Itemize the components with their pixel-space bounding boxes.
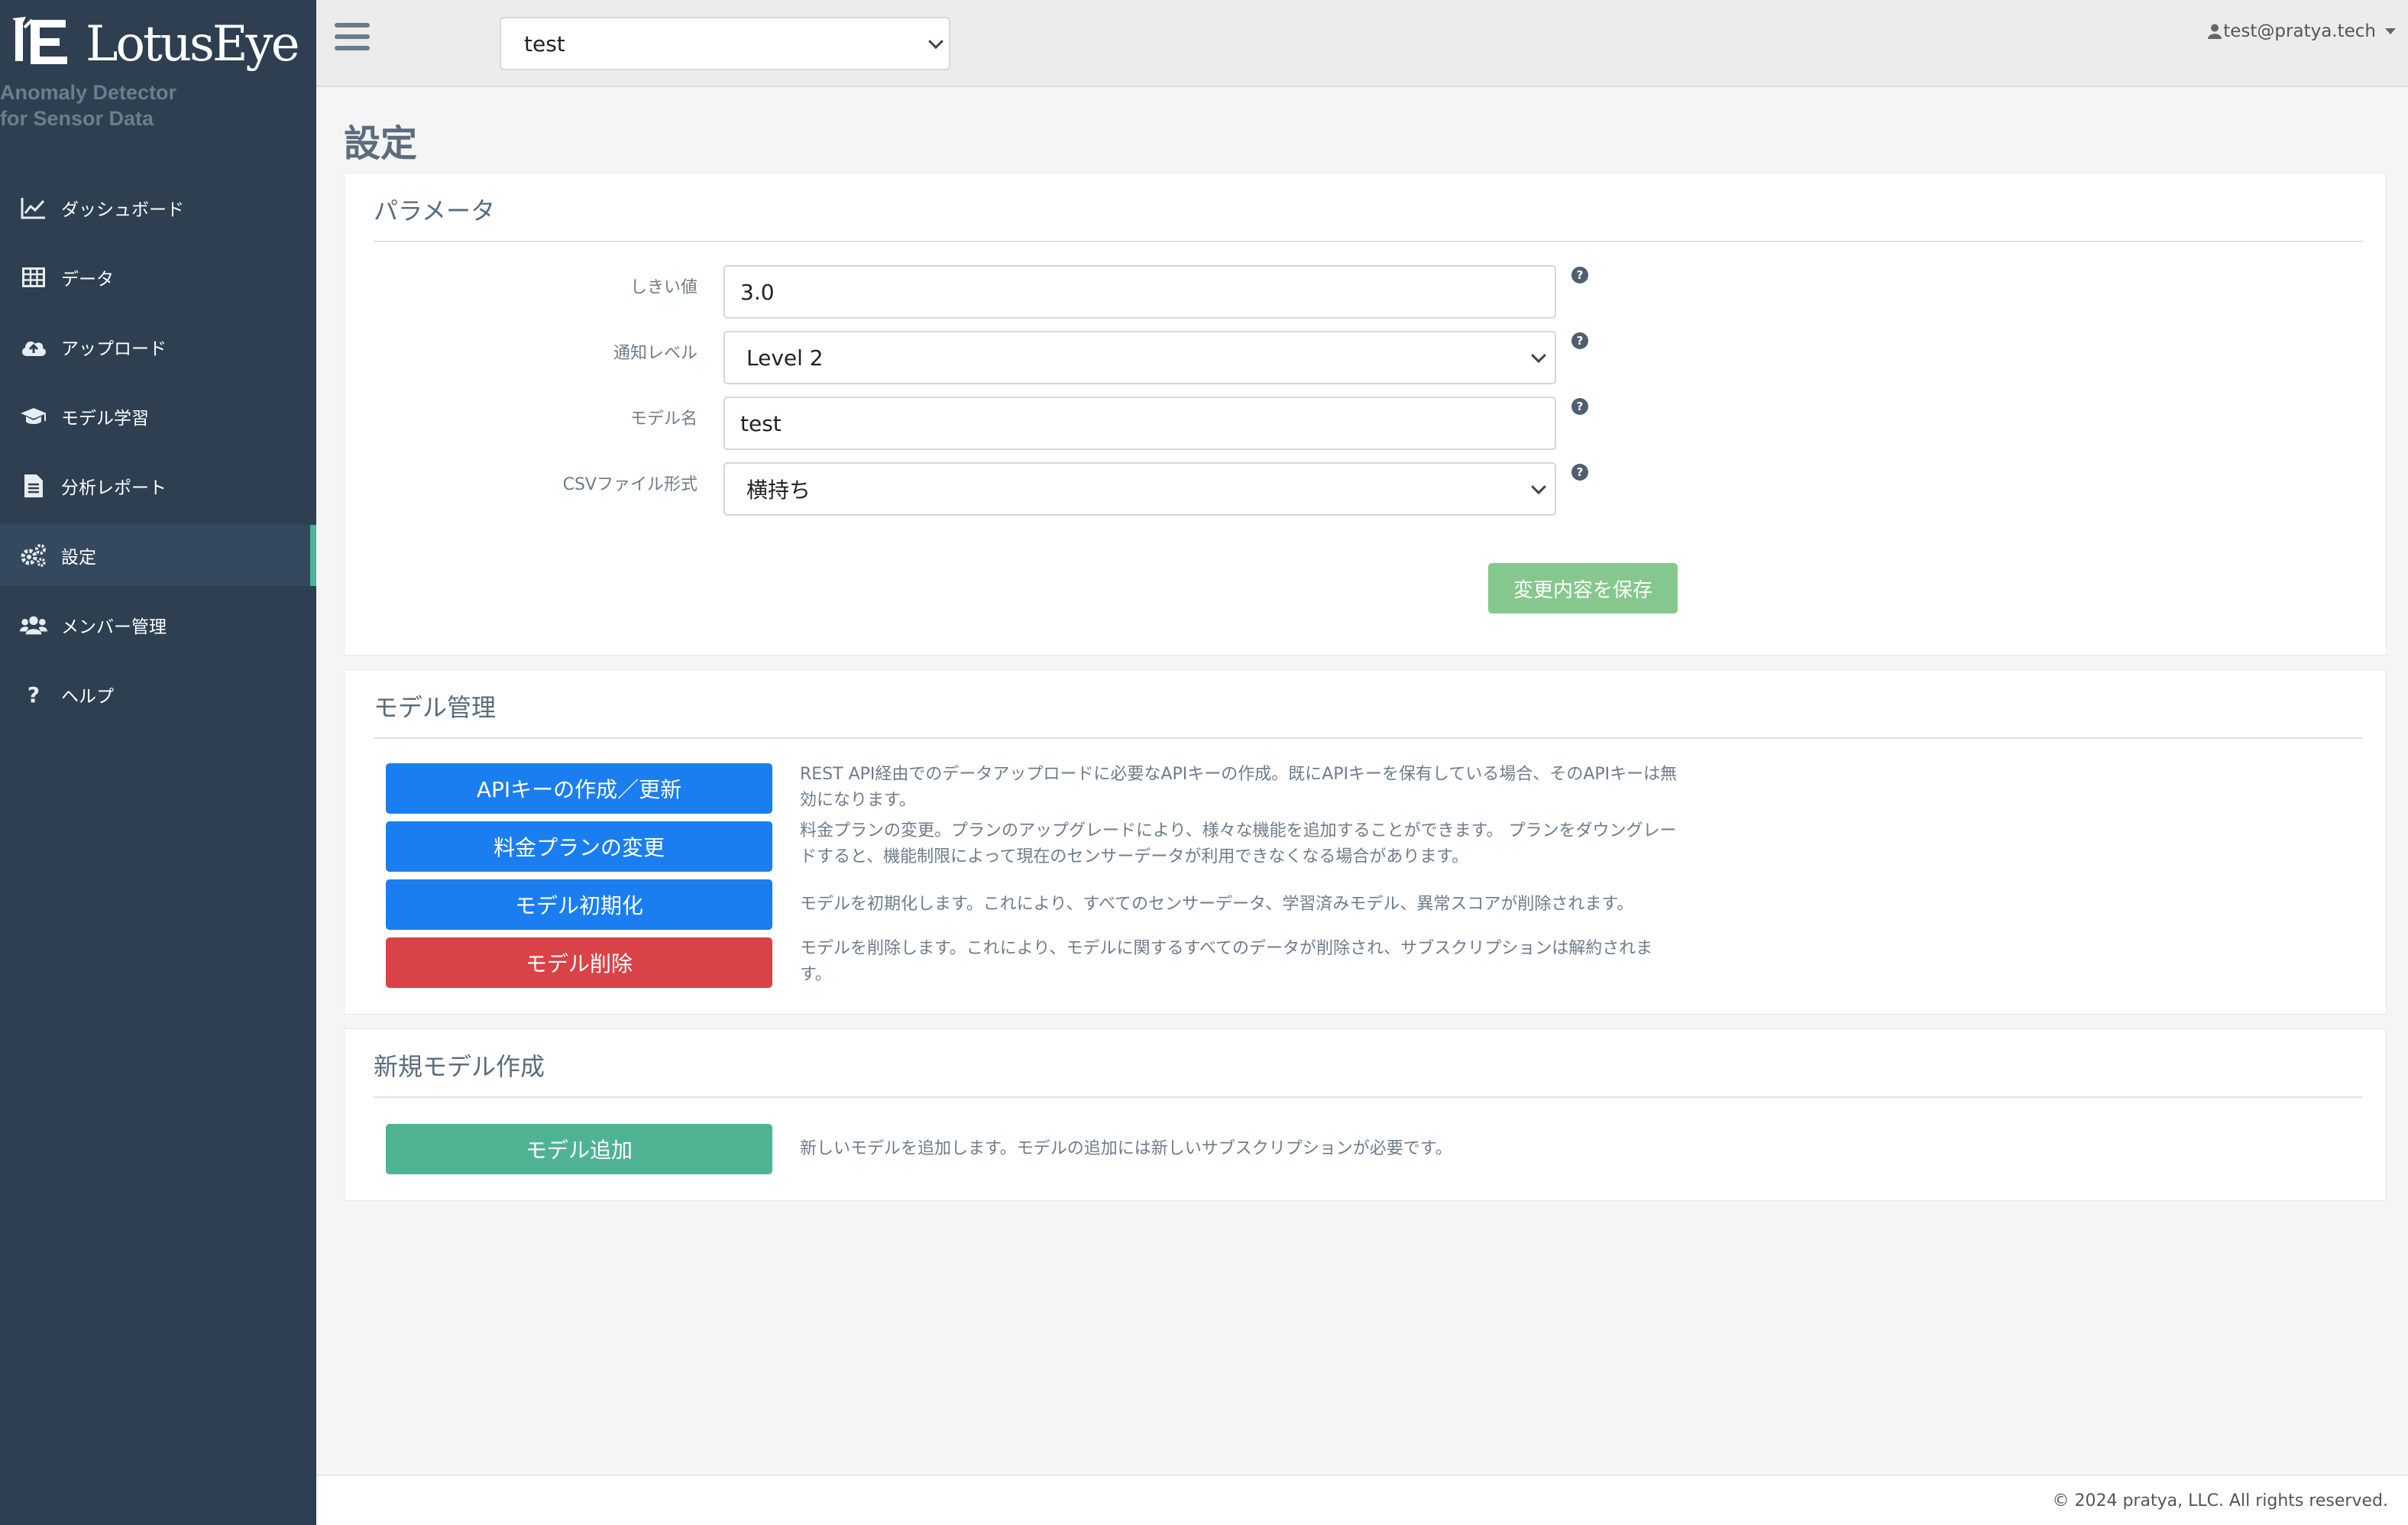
cogs-icon	[20, 542, 47, 569]
add-model-description: 新しいモデルを追加します。モデルの追加には新しいサブスクリプションが必要です。	[800, 1139, 1452, 1158]
description-line: ドすると、機能制限によって現在のセンサーデータが利用できなくなる場合があります。	[800, 847, 1469, 866]
panel-header: パラメータ	[374, 173, 2363, 242]
csv-format-label: CSVファイル形式	[562, 475, 697, 494]
user-email: test@pratya.tech	[2223, 21, 2376, 41]
description-line: す。	[800, 965, 832, 984]
parameters-panel: パラメータ しきい値 3.0 ? 通知レベル Level 2 ? モデル名 te…	[344, 173, 2387, 656]
line-chart-icon	[20, 194, 47, 222]
sidebar: LotusEye Anomaly Detector for Sensor Dat…	[0, 0, 316, 1525]
chevron-down-icon	[1531, 348, 1546, 364]
sidebar-item-label: ダッシュボード	[61, 200, 184, 220]
copyright-text: © 2024 pratya, LLC. All rights reserved.	[2052, 1491, 2388, 1510]
notification-level-row: 通知レベル Level 2 ?	[345, 331, 2025, 384]
description-line: モデルを初期化します。これにより、すべてのセンサーデータ、学習済みモデル、異常ス…	[800, 895, 1634, 914]
sidebar-item-label: 分析レポート	[61, 478, 167, 498]
initialize-model-description: モデルを初期化します。これにより、すべてのセンサーデータ、学習済みモデル、異常ス…	[800, 892, 1740, 918]
app-root: LotusEye Anomaly Detector for Sensor Dat…	[0, 0, 2408, 1525]
delete-model-description: モデルを削除します。これにより、モデルに関するすべてのデータが削除され、サブスク…	[800, 936, 1740, 988]
notification-level-value: Level 2	[746, 345, 824, 371]
question-icon: ?	[27, 682, 40, 707]
pricing-plan-description: 料金プランの変更。プランのアップグレードにより、様々な機能を追加することができま…	[800, 818, 1740, 870]
threshold-input[interactable]: 3.0	[723, 265, 1556, 319]
user-menu[interactable]: test@pratya.tech	[2208, 18, 2396, 44]
sidebar-item-label: ヘルプ	[61, 687, 114, 707]
lotuseye-logo-icon	[12, 17, 67, 64]
model-name-row: モデル名 test ?	[345, 397, 2025, 450]
add-model-button[interactable]: モデル追加	[386, 1124, 772, 1174]
notification-level-select[interactable]: Level 2	[723, 331, 1556, 384]
sidebar-item-label: メンバー管理	[61, 617, 167, 637]
help-icon[interactable]: ?	[1571, 464, 1588, 481]
api-key-description: REST API経由でのデータアップロードに必要なAPIキーの作成。既にAPIキ…	[800, 762, 1740, 814]
sidebar-item-label: モデル学習	[61, 409, 149, 429]
csv-format-value: 横持ち	[746, 478, 811, 503]
brand-tagline: Anomaly Detector for Sensor Data	[0, 79, 316, 131]
sidebar-item-settings[interactable]: 設定	[0, 525, 316, 586]
cloud-upload-icon	[20, 333, 47, 361]
parameters-title: パラメータ	[374, 196, 496, 225]
brand-name: LotusEye	[86, 16, 300, 73]
description-line: モデルを削除します。これにより、モデルに関するすべてのデータが削除され、サブスク…	[800, 939, 1653, 958]
new-model-panel: 新規モデル作成 モデル追加 新しいモデルを追加します。モデルの追加には新しいサブ…	[344, 1028, 2387, 1201]
sidebar-item-help[interactable]: ? ヘルプ	[0, 664, 316, 725]
brand-tagline-line1: Anomaly Detector	[0, 81, 177, 104]
description-line: 効になります。	[800, 791, 916, 810]
chevron-down-icon	[928, 34, 943, 50]
page-title: 設定	[344, 122, 418, 165]
chevron-down-icon	[1531, 479, 1546, 495]
sidebar-item-label: アップロード	[61, 339, 167, 359]
sidebar-item-analysis-report[interactable]: 分析レポート	[0, 455, 316, 516]
sidebar-item-label: データ	[61, 270, 114, 290]
threshold-row: しきい値 3.0 ?	[345, 265, 2025, 319]
sidebar-nav: ダッシュボード データ アップロード モデル学習 分析レポート 設定 メンバー管…	[0, 177, 316, 733]
model-name-label: モデル名	[630, 410, 697, 429]
notification-level-label: 通知レベル	[613, 344, 697, 363]
threshold-label: しきい値	[630, 278, 697, 297]
users-icon	[20, 611, 47, 639]
sidebar-item-member-management[interactable]: メンバー管理	[0, 594, 316, 656]
caret-down-icon	[2385, 28, 2396, 34]
save-changes-button[interactable]: 変更内容を保存	[1488, 563, 1678, 614]
description-line: REST API経由でのデータアップロードに必要なAPIキーの作成。既にAPIキ…	[800, 765, 1678, 784]
brand[interactable]: LotusEye	[12, 15, 310, 69]
topbar: test test@pratya.tech	[316, 0, 2408, 87]
sidebar-item-data[interactable]: データ	[0, 247, 316, 308]
model-name-input[interactable]: test	[723, 397, 1556, 450]
initialize-model-button[interactable]: モデル初期化	[386, 879, 772, 930]
help-icon[interactable]: ?	[1571, 332, 1588, 349]
panel-header: 新規モデル作成	[374, 1029, 2363, 1098]
brand-tagline-line2: for Sensor Data	[0, 107, 154, 130]
create-api-key-button[interactable]: APIキーの作成／更新	[386, 763, 772, 814]
new-model-title: 新規モデル作成	[374, 1052, 545, 1081]
model-name-value: test	[740, 410, 782, 436]
menu-toggle-icon[interactable]	[335, 23, 370, 53]
help-icon[interactable]: ?	[1571, 267, 1588, 283]
file-text-icon	[20, 472, 47, 500]
delete-model-button[interactable]: モデル削除	[386, 937, 772, 988]
footer: © 2024 pratya, LLC. All rights reserved.	[316, 1475, 2408, 1525]
model-select[interactable]: test	[500, 17, 950, 70]
sidebar-item-label: 設定	[61, 548, 96, 568]
csv-format-row: CSVファイル形式 横持ち ?	[345, 462, 2025, 516]
graduation-cap-icon	[20, 403, 47, 430]
description-line: 料金プランの変更。プランのアップグレードにより、様々な機能を追加することができま…	[800, 821, 1677, 840]
sidebar-item-upload[interactable]: アップロード	[0, 316, 316, 377]
table-icon	[20, 264, 47, 291]
model-management-title: モデル管理	[374, 693, 497, 722]
sidebar-item-model-training[interactable]: モデル学習	[0, 386, 316, 447]
change-plan-button[interactable]: 料金プランの変更	[386, 821, 772, 872]
panel-header: モデル管理	[374, 670, 2363, 739]
threshold-value: 3.0	[740, 279, 775, 305]
sidebar-item-dashboard[interactable]: ダッシュボード	[0, 177, 316, 238]
csv-format-select[interactable]: 横持ち	[723, 462, 1556, 516]
user-icon	[2208, 24, 2222, 39]
model-management-panel: モデル管理 APIキーの作成／更新 REST API経由でのデータアップロードに…	[344, 669, 2387, 1015]
model-select-value: test	[524, 31, 565, 57]
help-icon[interactable]: ?	[1571, 398, 1588, 415]
